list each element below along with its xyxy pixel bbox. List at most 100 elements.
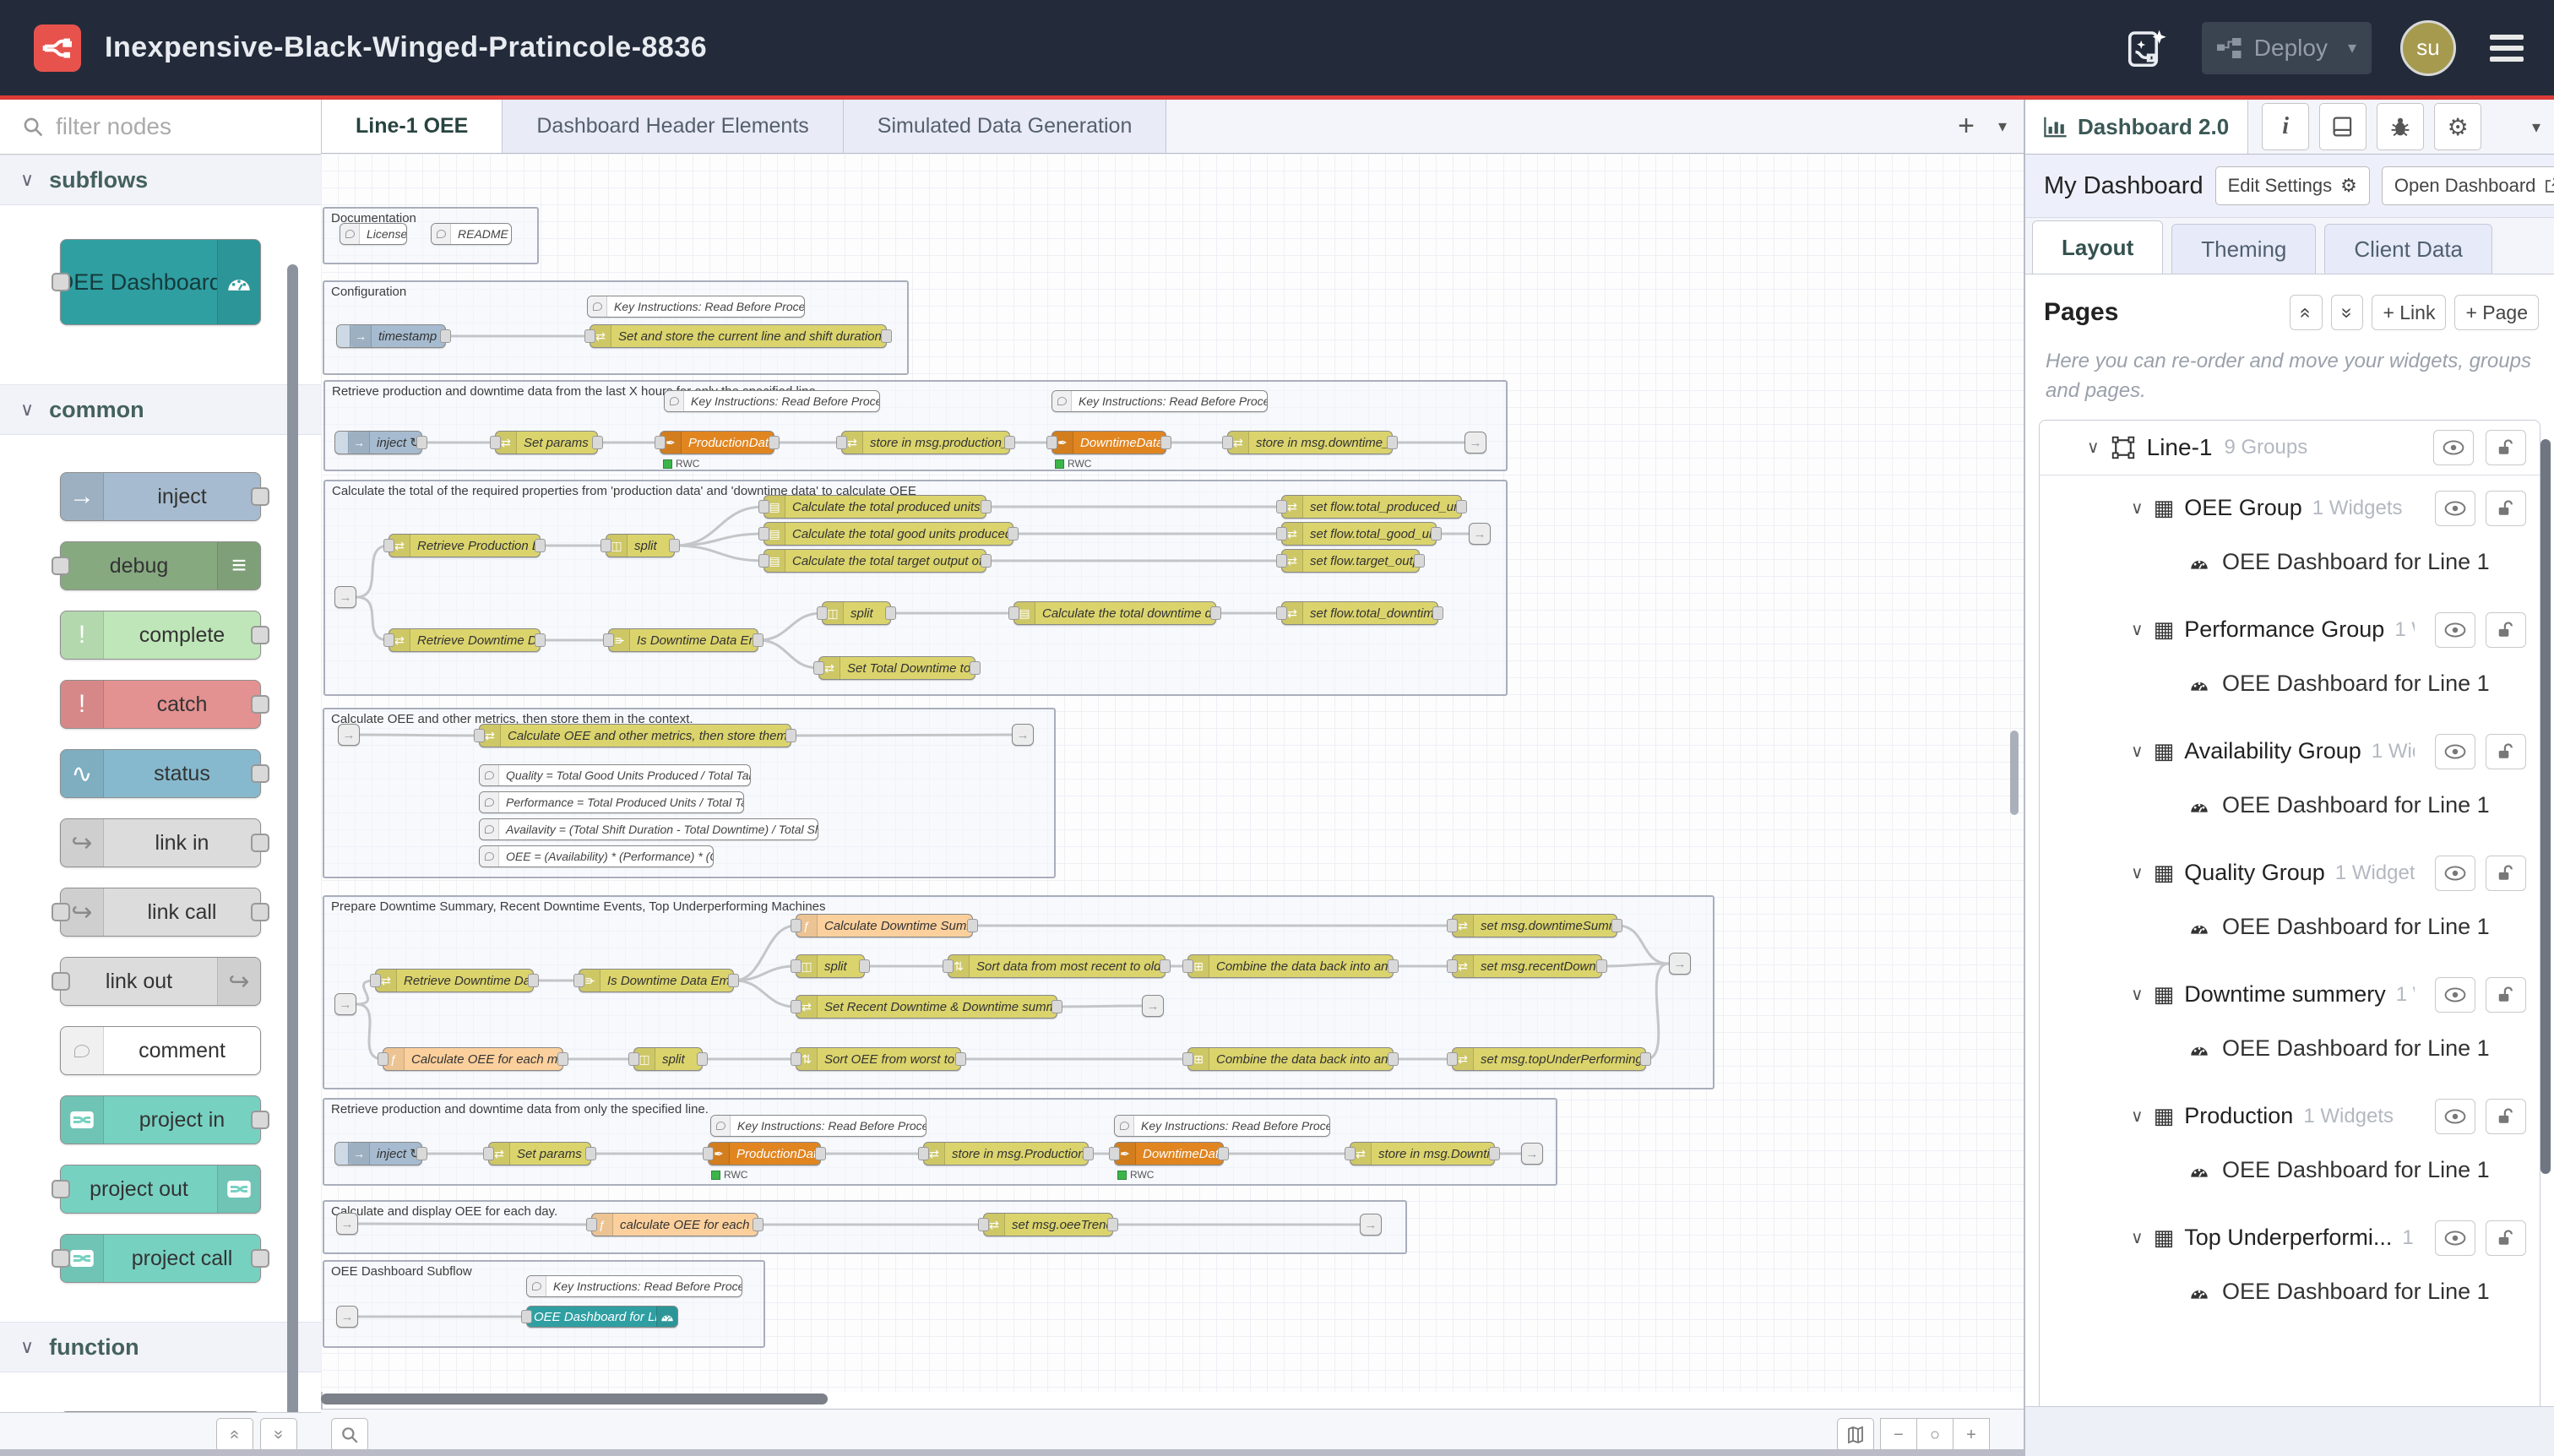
main-menu-icon[interactable] <box>2485 30 2529 67</box>
inject-button[interactable] <box>335 432 349 454</box>
tree-widget-row[interactable]: OEE Dashboard for Line 1 <box>2040 548 2540 577</box>
flow-group[interactable]: OEE Dashboard Subflow <box>323 1260 765 1348</box>
flow-node-change[interactable]: ⇄Set params <box>488 1142 591 1165</box>
palette-node-catch[interactable]: !catch <box>60 680 261 729</box>
flow-node-inject[interactable]: →inject ↻ <box>334 431 422 454</box>
flow-node-influx[interactable]: ✒DowntimeData <box>1051 431 1166 454</box>
flow-group[interactable]: Retrieve production and downtime data fr… <box>323 380 1508 471</box>
palette-node-comment[interactable]: comment <box>60 1026 261 1075</box>
flow-node-link[interactable]: → <box>336 1306 358 1328</box>
chevron-down-icon[interactable]: ∨ <box>2131 1227 2144 1248</box>
tree-group-row[interactable]: ∨▦OEE Group1 Widgets <box>2040 489 2540 528</box>
flow-node-comment[interactable]: Availavity = (Total Shift Duration - Tot… <box>479 818 818 840</box>
zoom-in-button[interactable]: + <box>1953 1418 1990 1452</box>
tree-group-row[interactable]: ∨▦Quality Group1 Widgets <box>2040 854 2540 893</box>
palette-collapse-all-button[interactable]: « <box>216 1418 253 1452</box>
tree-widget-row[interactable]: OEE Dashboard for Line 1 <box>2040 1278 2540 1307</box>
palette-category-common[interactable]: ∨common <box>0 384 321 435</box>
add-page-button[interactable]: + Page <box>2454 295 2539 330</box>
flow-canvas[interactable]: DocumentationConfigurationRetrieve produ… <box>321 154 2024 1392</box>
palette-node-complete[interactable]: !complete <box>60 611 261 660</box>
flow-node-comment[interactable]: README <box>431 223 512 245</box>
flow-node-function[interactable]: ƒcalculate OEE for each day <box>591 1213 758 1236</box>
chevron-down-icon[interactable]: ∨ <box>2131 862 2144 883</box>
flow-node-change[interactable]: ⇄set msg.topUnderPerformingMachines <box>1452 1047 1646 1071</box>
zoom-out-button[interactable]: − <box>1880 1418 1917 1452</box>
edit-settings-button[interactable]: Edit Settings⚙ <box>2215 166 2370 205</box>
flow-node-link[interactable]: → <box>1360 1214 1382 1236</box>
flow-node-switch[interactable]: ⋔Is Downtime Data Empty? <box>579 969 734 992</box>
palette-expand-all-button[interactable]: » <box>260 1418 297 1452</box>
lock-toggle-button[interactable] <box>2486 491 2526 526</box>
flow-node-link[interactable]: → <box>1669 953 1691 975</box>
flow-node-change[interactable]: ⇄set flow.total_downtime <box>1281 601 1438 625</box>
lock-toggle-button[interactable] <box>2486 1099 2526 1134</box>
visibility-toggle-button[interactable] <box>2435 491 2475 526</box>
flow-group[interactable]: Calculate and display OEE for each day. <box>323 1200 1407 1254</box>
flow-node-change[interactable]: ⇄store in msg.downtime_data <box>1227 431 1393 454</box>
chevron-down-icon[interactable]: ∨ <box>2131 497 2144 519</box>
flow-node-inject[interactable]: →timestamp <box>336 324 446 348</box>
chevron-down-icon[interactable]: ∨ <box>2131 741 2144 762</box>
user-avatar[interactable]: su <box>2400 20 2456 76</box>
flow-node-function[interactable]: ƒCalculate OEE for each machine <box>383 1047 563 1071</box>
palette-node-link-out[interactable]: ↪link out <box>60 957 261 1006</box>
flow-tab-Line-1-OEE[interactable]: Line-1 OEE <box>321 100 503 153</box>
flow-node-split[interactable]: ◫split <box>796 954 865 978</box>
palette-node-project-in[interactable]: project in <box>60 1095 261 1144</box>
flow-node-comment[interactable]: Performance = Total Produced Units / Tot… <box>479 791 744 813</box>
flow-node-comment[interactable]: License <box>340 223 407 245</box>
flow-node-change[interactable]: ⇄set flow.total_good_units <box>1281 522 1437 546</box>
flow-list-caret[interactable]: ▾ <box>1998 116 2007 137</box>
palette-node-link-in[interactable]: ↪link in <box>60 818 261 867</box>
palette-node-inject[interactable]: →inject <box>60 472 261 521</box>
flow-node-sort[interactable]: ⇅Sort data from most recent to oldest <box>948 954 1166 978</box>
flow-node-link[interactable]: → <box>336 1213 358 1235</box>
lock-toggle-button[interactable] <box>2486 612 2526 648</box>
flow-node-comment[interactable]: Key Instructions: Read Before Proceeding <box>587 296 805 318</box>
sidebar-section-tab-Client-Data[interactable]: Client Data <box>2324 224 2492 274</box>
flow-node-comment[interactable]: OEE = (Availability) * (Performance) * (… <box>479 845 714 867</box>
tree-widget-row[interactable]: OEE Dashboard for Line 1 <box>2040 913 2540 942</box>
add-link-button[interactable]: + Link <box>2372 295 2446 330</box>
flow-node-change[interactable]: ⇄Set params <box>495 431 598 454</box>
flow-node-influx[interactable]: ✒ProductionData <box>708 1142 821 1165</box>
flow-node-function[interactable]: ƒCalculate Downtime Summery <box>796 914 973 937</box>
palette-node-status[interactable]: ∿status <box>60 749 261 798</box>
flow-node-subflow[interactable]: OEE Dashboard for Line 1 <box>526 1306 678 1328</box>
sidebar-scrollbar[interactable] <box>2540 439 2551 1174</box>
debug-tab-button[interactable] <box>2377 103 2424 150</box>
config-tab-button[interactable]: ⚙ <box>2434 103 2481 150</box>
flow-node-comment[interactable]: Key Instructions: Read Before Proceeding <box>664 390 880 412</box>
zoom-reset-button[interactable]: ○ <box>1916 1418 1954 1452</box>
navigator-button[interactable] <box>1837 1418 1874 1452</box>
flow-node-link[interactable]: → <box>1521 1143 1543 1165</box>
tree-group-row[interactable]: ∨▦Availability Group1 Widgets <box>2040 732 2540 771</box>
chevron-down-icon[interactable]: ∨ <box>2087 437 2100 458</box>
inject-button[interactable] <box>337 325 350 347</box>
flow-node-split[interactable]: ◫split <box>606 534 675 557</box>
flow-node-comment[interactable]: Key Instructions: Read Before Proceeding <box>526 1275 742 1297</box>
move-up-button[interactable]: « <box>2290 295 2323 330</box>
canvas-search-button[interactable] <box>331 1418 368 1452</box>
open-dashboard-button[interactable]: Open Dashboard <box>2382 166 2554 205</box>
flow-node-influx[interactable]: ✒ProductionData <box>660 431 774 454</box>
chevron-down-icon[interactable]: ∨ <box>2131 619 2144 640</box>
palette-node-project-out[interactable]: project out <box>60 1165 261 1214</box>
canvas-horizontal-scrollbar[interactable] <box>321 1394 2024 1405</box>
flow-node-change[interactable]: ⇄store in msg.production_data <box>841 431 1010 454</box>
flow-node-change[interactable]: ⇄set flow.total_produced_units <box>1281 495 1462 519</box>
flow-node-change[interactable]: ⇄Set Total Downtime to 0 <box>818 656 975 680</box>
flow-node-change[interactable]: ⇄set msg.downtimeSummery <box>1452 914 1617 937</box>
lock-toggle-button[interactable] <box>2486 856 2526 891</box>
lock-toggle-button[interactable] <box>2486 430 2526 465</box>
flow-node-calc[interactable]: ▤Calculate the total downtime duration <box>1013 601 1216 625</box>
flow-node-calc[interactable]: ▤Calculate the total good units produced… <box>763 522 1013 546</box>
flow-node-join[interactable]: ⊞Combine the data back into an array. <box>1187 954 1394 978</box>
flow-node-link[interactable]: → <box>334 993 356 1015</box>
visibility-toggle-button[interactable] <box>2435 1220 2475 1256</box>
flow-node-switch[interactable]: ⋔Is Downtime Data Empty? <box>608 628 758 652</box>
flow-node-link[interactable]: → <box>1012 724 1034 746</box>
flow-node-link[interactable]: → <box>1469 523 1491 545</box>
tree-page-row[interactable]: ∨Line-19 Groups <box>2040 421 2540 475</box>
